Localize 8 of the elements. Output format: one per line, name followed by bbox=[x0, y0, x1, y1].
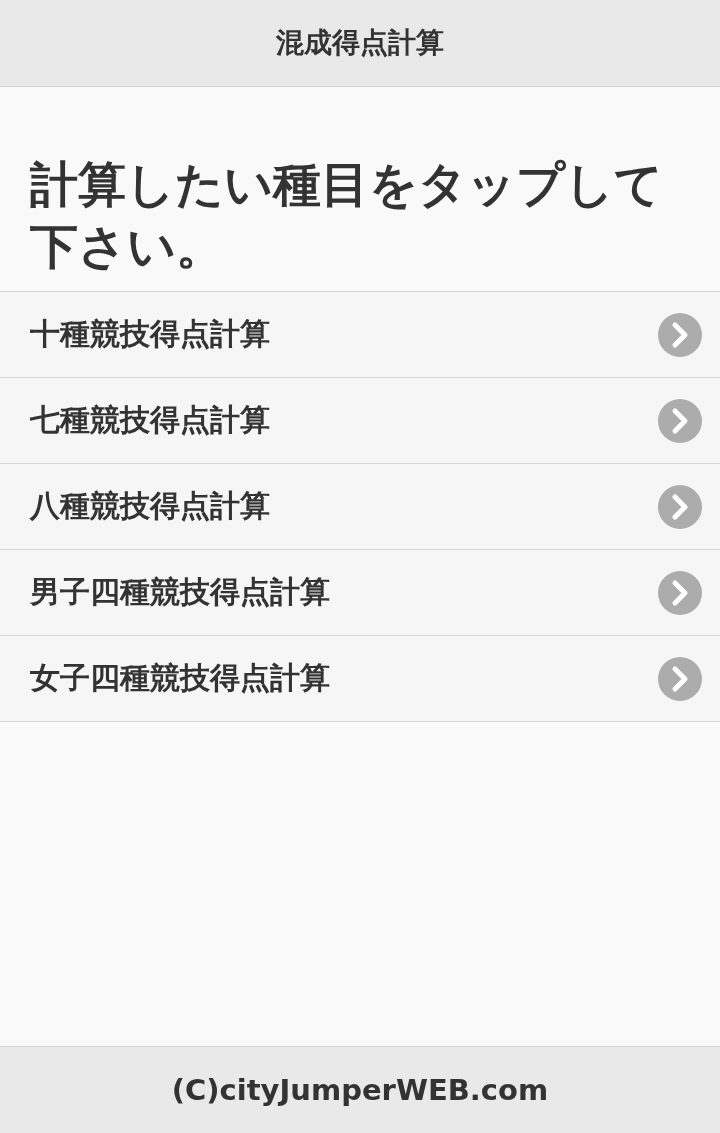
instruction-heading: 計算したい種目をタップして下さい。 bbox=[30, 155, 664, 276]
chevron-right-icon bbox=[658, 570, 702, 615]
chevron-right-icon bbox=[658, 484, 702, 529]
chevron-right-icon bbox=[658, 656, 702, 701]
chevron-right-icon bbox=[658, 312, 702, 357]
copyright-text: (C)cityJumperWEB.com bbox=[171, 1073, 549, 1107]
chevron-right-icon bbox=[658, 398, 702, 443]
page-title: 混成得点計算 bbox=[276, 25, 444, 61]
